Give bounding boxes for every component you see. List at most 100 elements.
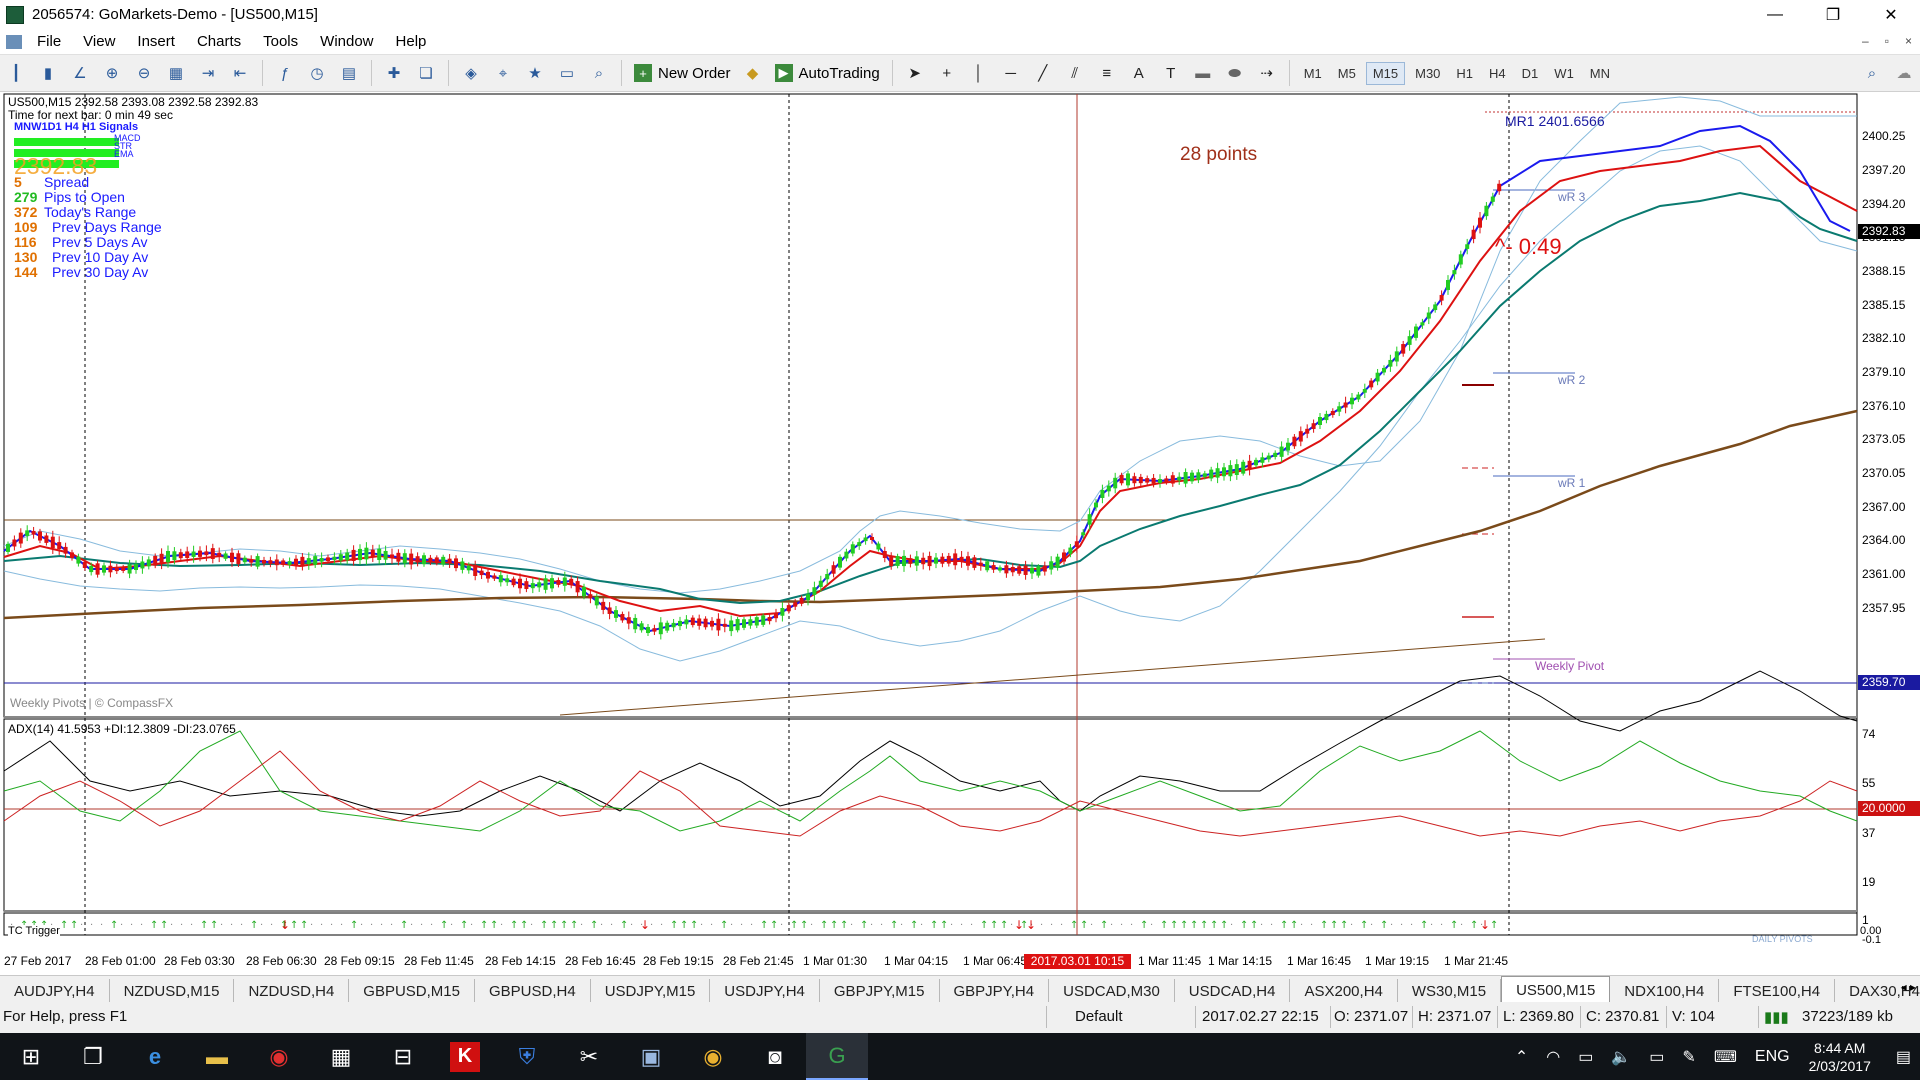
- zoom-out-icon[interactable]: ⊖: [131, 60, 157, 86]
- trendline-icon[interactable]: ╱: [1030, 60, 1056, 86]
- camera-icon[interactable]: ◙: [744, 1033, 806, 1080]
- app-red-icon[interactable]: ◉: [248, 1033, 310, 1080]
- chart-tab[interactable]: USDCAD,M30: [1049, 979, 1175, 1003]
- timeframe-mn[interactable]: MN: [1584, 63, 1616, 84]
- chat-icon[interactable]: ☁: [1891, 60, 1917, 86]
- menu-file[interactable]: File: [26, 33, 72, 50]
- chart-tab[interactable]: ASX200,H4: [1290, 979, 1398, 1003]
- market-watch-icon[interactable]: ◈: [458, 60, 484, 86]
- calculator-icon[interactable]: ▦: [310, 1033, 372, 1080]
- auto-scroll-icon[interactable]: ⇥: [195, 60, 221, 86]
- start-button-icon[interactable]: ⊞: [0, 1033, 62, 1080]
- metaeditor-icon[interactable]: ◆: [740, 60, 766, 86]
- task-view-icon[interactable]: ❐: [62, 1033, 124, 1080]
- chart-tab[interactable]: GBPUSD,M15: [349, 979, 475, 1003]
- clock[interactable]: 8:44 AM 2/03/2017: [1809, 1039, 1871, 1075]
- edge-icon[interactable]: e: [124, 1033, 186, 1080]
- file-explorer-icon[interactable]: ▬: [186, 1033, 248, 1080]
- chart-tab[interactable]: GBPJPY,M15: [820, 979, 940, 1003]
- document-icon[interactable]: [6, 34, 22, 49]
- line-chart-icon[interactable]: ∠: [67, 60, 93, 86]
- tile-windows-icon[interactable]: ▦: [163, 60, 189, 86]
- chart-tab[interactable]: GBPJPY,H4: [940, 979, 1050, 1003]
- chart-tab[interactable]: FTSE100,H4: [1719, 979, 1836, 1003]
- store-icon[interactable]: ⊟: [372, 1033, 434, 1080]
- tester-icon[interactable]: ⌕: [586, 60, 612, 86]
- candlestick-icon[interactable]: ▮: [35, 60, 61, 86]
- chart-tab[interactable]: NDX100,H4: [1610, 979, 1720, 1003]
- new-chart-icon[interactable]: ✚: [381, 60, 407, 86]
- chart-tab[interactable]: USDJPY,H4: [710, 979, 820, 1003]
- autotrading-button[interactable]: ▶ AutoTrading: [769, 59, 886, 87]
- k-app-icon[interactable]: K: [450, 1041, 480, 1072]
- chart-shift-icon[interactable]: ⇤: [227, 60, 253, 86]
- chart-tab[interactable]: USDCAD,H4: [1175, 979, 1291, 1003]
- mdi-minimize-icon[interactable]: –: [1862, 34, 1869, 48]
- profiles-icon[interactable]: ❏: [413, 60, 439, 86]
- new-order-button[interactable]: + New Order: [628, 59, 737, 87]
- chart-tab[interactable]: NZDUSD,H4: [234, 979, 350, 1003]
- timeframe-m1[interactable]: M1: [1298, 63, 1328, 84]
- language-indicator[interactable]: ENG: [1755, 1048, 1790, 1066]
- timeframe-m15[interactable]: M15: [1365, 61, 1406, 85]
- periods-icon[interactable]: ◷: [304, 60, 330, 86]
- fibonacci-icon[interactable]: ≡: [1094, 60, 1120, 86]
- chart-window[interactable]: ·↑↑↑·↑↑···↑···↑↑···↑↑···↑··↑↑↑····↑····↑…: [0, 91, 1920, 969]
- snipping-tool-icon[interactable]: ✂: [558, 1033, 620, 1080]
- timeframe-m30[interactable]: M30: [1409, 63, 1446, 84]
- chrome-icon[interactable]: ◉: [682, 1033, 744, 1080]
- rectangle-icon[interactable]: ▬: [1190, 60, 1216, 86]
- crosshair-target-icon[interactable]: ⌖: [490, 60, 516, 86]
- restore-button[interactable]: ❐: [1804, 0, 1862, 29]
- timeframe-h4[interactable]: H4: [1483, 63, 1512, 84]
- indicators-icon[interactable]: ƒ: [272, 60, 298, 86]
- cursor-icon[interactable]: ➤: [902, 60, 928, 86]
- navigator-icon[interactable]: ★: [522, 60, 548, 86]
- horizontal-line-icon[interactable]: ─: [998, 60, 1024, 86]
- ellipse-icon[interactable]: ⬬: [1222, 60, 1248, 86]
- price-chart[interactable]: ·↑↑↑·↑↑···↑···↑↑···↑↑···↑··↑↑↑····↑····↑…: [0, 91, 1920, 955]
- text-label-icon[interactable]: T: [1158, 60, 1184, 86]
- notifications-icon[interactable]: ▤: [1896, 1047, 1911, 1067]
- text-icon[interactable]: A: [1126, 60, 1152, 86]
- volume-icon[interactable]: 🔈: [1611, 1047, 1631, 1067]
- shield-icon[interactable]: ⛨: [496, 1033, 558, 1080]
- metatrader-taskbar-icon[interactable]: G: [806, 1033, 868, 1080]
- wifi-icon[interactable]: ◠: [1546, 1047, 1560, 1067]
- photos-icon[interactable]: ▣: [620, 1033, 682, 1080]
- battery-icon[interactable]: ▭: [1649, 1047, 1664, 1067]
- chart-tab[interactable]: USDJPY,M15: [591, 979, 711, 1003]
- terminal-icon[interactable]: ▭: [554, 60, 580, 86]
- minimize-button[interactable]: —: [1746, 0, 1804, 29]
- timeframe-h1[interactable]: H1: [1450, 63, 1479, 84]
- keyboard-icon[interactable]: ⌨: [1714, 1047, 1737, 1067]
- close-button[interactable]: ✕: [1862, 0, 1920, 29]
- timeframe-d1[interactable]: D1: [1516, 63, 1545, 84]
- network-icon[interactable]: ▭: [1578, 1047, 1593, 1067]
- menu-charts[interactable]: Charts: [186, 33, 252, 50]
- mdi-close-icon[interactable]: ×: [1905, 34, 1912, 48]
- bar-chart-icon[interactable]: ┃: [3, 60, 29, 86]
- menu-view[interactable]: View: [72, 33, 126, 50]
- arrows-icon[interactable]: ⇢: [1254, 60, 1280, 86]
- crosshair-icon[interactable]: +: [934, 60, 960, 86]
- chart-tab[interactable]: AUDJPY,H4: [0, 979, 110, 1003]
- vertical-line-icon[interactable]: │: [966, 60, 992, 86]
- tray-chevron-icon[interactable]: ⌃: [1515, 1047, 1528, 1067]
- tab-scroll-arrows-icon[interactable]: ◂ ▸: [1901, 980, 1916, 994]
- pen-icon[interactable]: ✎: [1682, 1047, 1695, 1067]
- timeframe-m5[interactable]: M5: [1332, 63, 1362, 84]
- zoom-in-icon[interactable]: ⊕: [99, 60, 125, 86]
- chart-tab[interactable]: US500,M15: [1501, 976, 1611, 1003]
- chart-tab[interactable]: NZDUSD,M15: [110, 979, 235, 1003]
- menu-insert[interactable]: Insert: [126, 33, 186, 50]
- menu-help[interactable]: Help: [385, 33, 438, 50]
- channel-icon[interactable]: ⫽: [1062, 60, 1088, 86]
- mdi-restore-icon[interactable]: ▫: [1885, 34, 1889, 48]
- search-icon[interactable]: ⌕: [1859, 60, 1885, 86]
- templates-icon[interactable]: ▤: [336, 60, 362, 86]
- chart-tab[interactable]: GBPUSD,H4: [475, 979, 591, 1003]
- chart-tab[interactable]: WS30,M15: [1398, 979, 1502, 1003]
- timeframe-w1[interactable]: W1: [1548, 63, 1580, 84]
- menu-tools[interactable]: Tools: [252, 33, 309, 50]
